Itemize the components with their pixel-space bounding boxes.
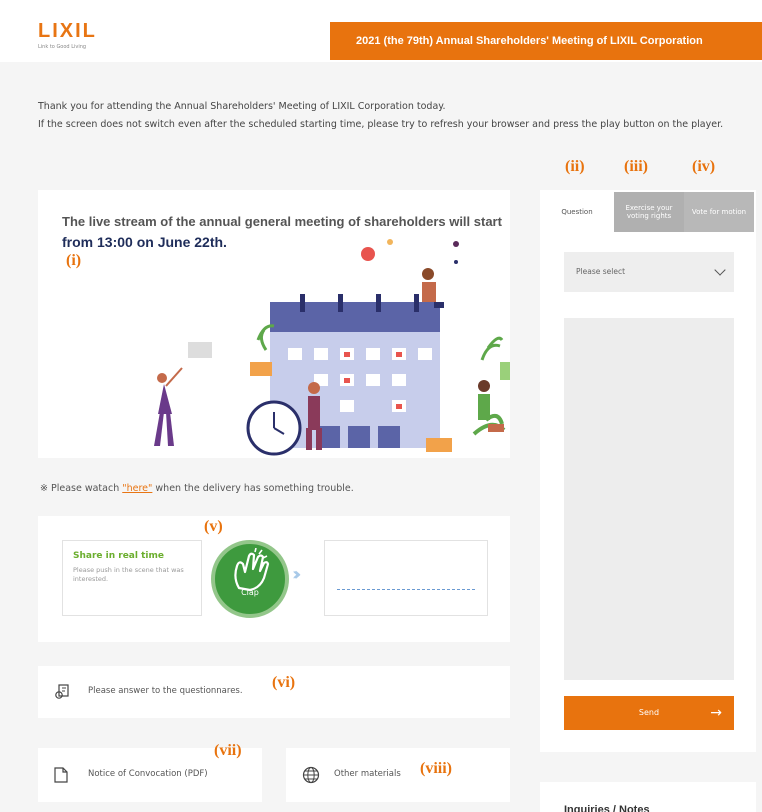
annotation-viii: (viii) [420,760,452,777]
send-label: Send [638,708,660,717]
trouble-prefix: ※ Please watach [40,483,123,494]
questionnaire-icon [55,684,69,699]
intro-line-1: Thank you for attending the Annual Share… [38,101,446,112]
chevron-down-icon [714,264,726,276]
arrow-right-icon: → [710,705,722,721]
annotation-iii: (iii) [624,158,648,175]
intro-line-2: If the screen does not switch even after… [38,119,724,130]
questionnaire-label: Please answer to the questionnares. [88,686,243,696]
other-materials-link[interactable]: Other materials [286,748,510,802]
tab-vote-for-motion[interactable]: Vote for motion [684,192,754,232]
question-category-select[interactable]: Please select [564,252,734,292]
panel-tabs: Question Exercise your voting rights Vot… [540,190,756,234]
share-result-box [324,540,488,616]
question-panel: Question Exercise your voting rights Vot… [540,190,756,752]
clap-label: Clap [241,588,259,597]
annotation-vi: (vi) [272,674,296,691]
share-result-line [337,589,475,590]
other-materials-label: Other materials [334,769,401,779]
annotation-i: (i) [66,252,82,269]
header: LIXIL Link to Good Living 2021 (the 79th… [0,0,762,62]
annotation-ii: (ii) [565,158,585,175]
video-player[interactable]: The live stream of the annual general me… [38,190,510,458]
share-realtime-card: Share in real time Please push in the sc… [38,516,510,642]
annotation-iv: (iv) [692,158,716,175]
chevrons-right-icon: ››› [292,564,301,585]
share-title: Share in real time [73,551,164,561]
question-textarea[interactable] [564,318,734,680]
share-info-box: Share in real time Please push in the sc… [62,540,202,616]
pdf-document-icon [54,767,68,783]
event-title-banner: 2021 (the 79th) Annual Shareholders' Mee… [330,22,762,60]
notice-label: Notice of Convocation (PDF) [88,769,208,779]
select-value: Please select [576,267,626,276]
globe-icon [302,766,320,784]
share-description: Please push in the scene that was intere… [73,566,184,583]
stream-start-message: The live stream of the annual general me… [62,212,502,253]
send-button[interactable]: Send → [564,696,734,730]
delivery-trouble-note: ※ Please watach "here" when the delivery… [40,483,354,494]
trouble-here-link[interactable]: "here" [122,483,152,494]
clap-button[interactable]: Clap [211,540,289,618]
stream-start-time: from 13:00 on June 22th. [62,234,227,250]
tab-exercise-voting-rights[interactable]: Exercise your voting rights [614,192,684,232]
annotation-v: (v) [204,518,223,535]
logo-text: LIXIL [38,20,97,42]
intro-text: Thank you for attending the Annual Share… [38,98,758,134]
lixil-logo[interactable]: LIXIL Link to Good Living [38,20,97,50]
inquiries-notes-section: Inquiries / Notes [540,782,756,812]
annotation-vii: (vii) [214,742,242,759]
stream-message-text: The live stream of the annual general me… [62,214,502,229]
logo-tagline: Link to Good Living [38,44,87,50]
tab-question[interactable]: Question [540,192,614,232]
inquiries-title: Inquiries / Notes [564,804,650,812]
trouble-suffix: when the delivery has something trouble. [152,483,354,494]
